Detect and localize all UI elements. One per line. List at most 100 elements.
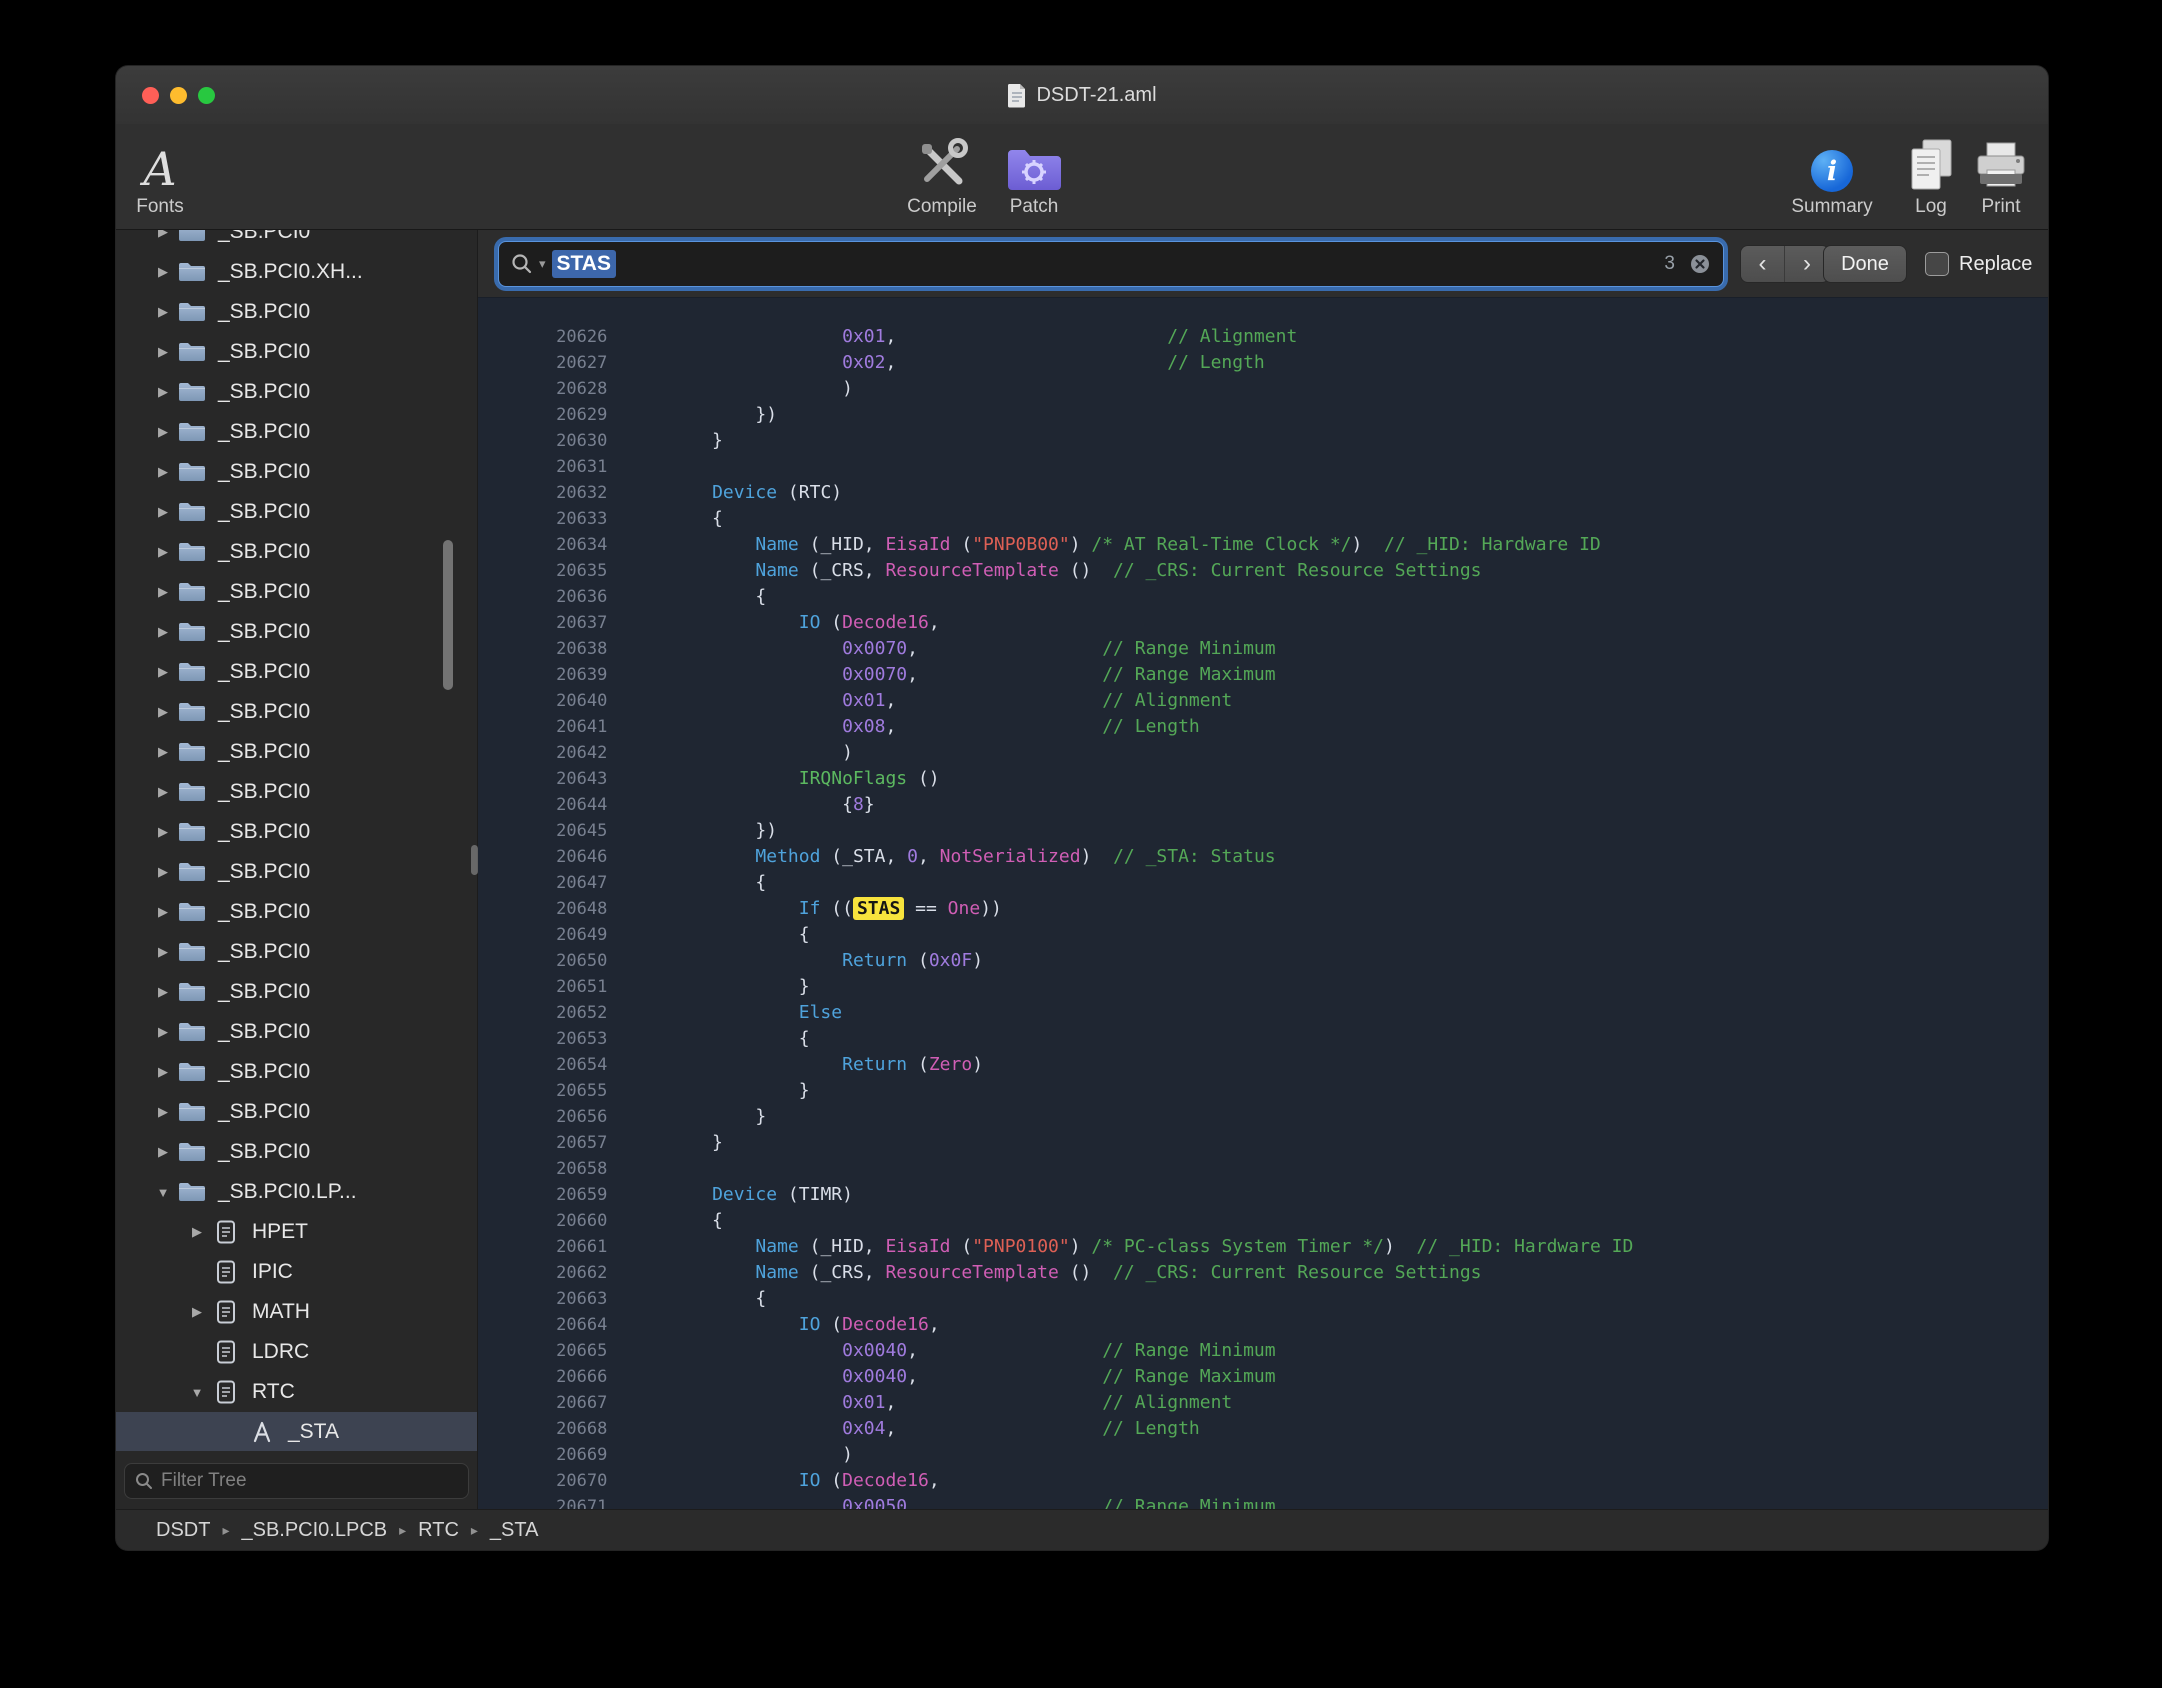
tree-item[interactable]: ▶ _SB.PCI0 — [116, 972, 477, 1012]
code-text: }) — [625, 820, 777, 841]
disclosure-triangle-icon[interactable]: ▶ — [150, 230, 176, 240]
tree-item[interactable]: ▶ _SB.PCI0 — [116, 532, 477, 572]
disclosure-triangle-icon[interactable]: ▶ — [150, 424, 176, 440]
folder-icon — [177, 380, 207, 404]
tree-item[interactable]: ▶ _SB.PCI0 — [116, 492, 477, 532]
tree-item[interactable]: ▼ RTC — [116, 1372, 477, 1412]
tree-item[interactable]: ▶ _SB.PCI0 — [116, 1092, 477, 1132]
tree-item[interactable]: ▶ _SB.PCI0 — [116, 230, 477, 252]
tree-item[interactable]: ▶ _SB.PCI0 — [116, 452, 477, 492]
disclosure-triangle-icon[interactable]: ▶ — [150, 544, 176, 560]
disclosure-triangle-icon[interactable]: ▶ — [150, 504, 176, 520]
code-text: IRQNoFlags () — [625, 768, 939, 789]
breadcrumb-item-lpcb[interactable]: _SB.PCI0.LPCB — [241, 1519, 387, 1542]
disclosure-triangle-icon[interactable]: ▶ — [150, 704, 176, 720]
tree-item[interactable]: ▶ _SB.PCI0 — [116, 412, 477, 452]
tree-item[interactable]: ▶ _SB.PCI0 — [116, 732, 477, 772]
disclosure-triangle-icon[interactable]: ▶ — [150, 1064, 176, 1080]
tree-item[interactable]: ▶ _SB.PCI0 — [116, 812, 477, 852]
code-editor[interactable]: 20626 0x01, // Alignment 20627 0x02, // … — [478, 298, 2048, 1509]
tree-item[interactable]: ▶ _SB.PCI0 — [116, 852, 477, 892]
tree-item[interactable]: ▶ _SB.PCI0 — [116, 692, 477, 732]
fonts-button[interactable]: A Fonts — [116, 126, 220, 226]
tree-item[interactable]: ▶ _SB.PCI0 — [116, 1132, 477, 1172]
tree-item[interactable]: ▶ MATH — [116, 1292, 477, 1332]
tree-item[interactable]: ▶ _SB.PCI0 — [116, 572, 477, 612]
folder-icon — [177, 860, 207, 884]
folder-icon — [177, 540, 207, 564]
disclosure-triangle-icon[interactable]: ▶ — [184, 1224, 210, 1240]
line-number: 20655 — [521, 1078, 607, 1104]
line-number: 20630 — [521, 428, 607, 454]
breadcrumb-item-sta[interactable]: _STA — [490, 1519, 539, 1542]
tree-item[interactable]: IPIC — [116, 1252, 477, 1292]
patch-button[interactable]: Patch — [974, 126, 1094, 226]
disclosure-triangle-icon[interactable]: ▶ — [150, 1144, 176, 1160]
disclosure-triangle-icon[interactable]: ▶ — [150, 304, 176, 320]
code-text: ) — [625, 378, 853, 399]
disclosure-triangle-icon[interactable]: ▶ — [150, 624, 176, 640]
tree-item-label: _SB.PCI0 — [218, 580, 310, 604]
line-number: 20663 — [521, 1286, 607, 1312]
tree-item[interactable]: ▶ _SB.PCI0 — [116, 612, 477, 652]
disclosure-triangle-icon[interactable]: ▶ — [150, 824, 176, 840]
code-text: 0x04, // Length — [625, 1418, 1199, 1439]
tree-item[interactable]: _STA — [116, 1412, 477, 1451]
disclosure-triangle-icon[interactable]: ▼ — [184, 1385, 210, 1400]
disclosure-triangle-icon[interactable]: ▶ — [150, 984, 176, 1000]
breadcrumb-item-rtc[interactable]: RTC — [418, 1519, 459, 1542]
tree-item[interactable]: ▶ _SB.PCI0 — [116, 332, 477, 372]
breadcrumb-item-dsdt[interactable]: DSDT — [156, 1519, 210, 1542]
tree-item[interactable]: ▶ _SB.PCI0 — [116, 372, 477, 412]
disclosure-triangle-icon[interactable]: ▶ — [150, 944, 176, 960]
tree-item-label: _SB.PCI0 — [218, 460, 310, 484]
disclosure-triangle-icon[interactable]: ▶ — [150, 664, 176, 680]
tree-item[interactable]: ▶ _SB.PCI0 — [116, 772, 477, 812]
find-previous-button[interactable]: ‹ — [1741, 246, 1785, 282]
tree-item[interactable]: ▶ _SB.PCI0 — [116, 1052, 477, 1092]
disclosure-triangle-icon[interactable]: ▶ — [150, 904, 176, 920]
title-bar[interactable]: DSDT-21.aml — [116, 66, 2048, 124]
tree-item[interactable]: ▶ HPET — [116, 1212, 477, 1252]
search-input[interactable]: ▾ STAS 3 — [498, 241, 1724, 287]
filter-tree-input[interactable]: Filter Tree — [124, 1463, 469, 1499]
folder-icon — [177, 460, 207, 484]
done-button[interactable]: Done — [1823, 245, 1907, 283]
tree-item[interactable]: ▶ _SB.PCI0 — [116, 1012, 477, 1052]
line-number: 20633 — [521, 506, 607, 532]
disclosure-triangle-icon[interactable]: ▶ — [150, 584, 176, 600]
tree-item[interactable]: ▼ _SB.PCI0.LP... — [116, 1172, 477, 1212]
line-number: 20627 — [521, 350, 607, 376]
code-text: Name (_CRS, ResourceTemplate () // _CRS:… — [625, 1262, 1481, 1283]
disclosure-triangle-icon[interactable]: ▶ — [150, 1104, 176, 1120]
method-icon — [250, 1419, 274, 1445]
search-menu-chevron-icon[interactable]: ▾ — [539, 256, 546, 272]
folder-icon — [177, 980, 207, 1004]
tree-item[interactable]: ▶ _SB.PCI0 — [116, 292, 477, 332]
tree-item-label: _SB.PCI0 — [218, 980, 310, 1004]
disclosure-triangle-icon[interactable]: ▶ — [150, 744, 176, 760]
tree-item[interactable]: ▶ _SB.PCI0 — [116, 652, 477, 692]
pane-splitter-handle[interactable] — [471, 845, 478, 875]
tree-item[interactable]: ▶ _SB.PCI0 — [116, 892, 477, 932]
clear-search-icon[interactable] — [1689, 253, 1711, 275]
print-button[interactable]: Print — [1951, 126, 2048, 226]
disclosure-triangle-icon[interactable]: ▼ — [150, 1185, 176, 1200]
tree-item[interactable]: LDRC — [116, 1332, 477, 1372]
tree-item[interactable]: ▶ _SB.PCI0 — [116, 932, 477, 972]
disclosure-triangle-icon[interactable]: ▶ — [150, 784, 176, 800]
disclosure-triangle-icon[interactable]: ▶ — [150, 864, 176, 880]
disclosure-triangle-icon[interactable]: ▶ — [150, 384, 176, 400]
disclosure-triangle-icon[interactable]: ▶ — [184, 1304, 210, 1320]
disclosure-triangle-icon[interactable]: ▶ — [150, 1024, 176, 1040]
replace-checkbox[interactable] — [1925, 252, 1949, 276]
fonts-icon: A — [143, 146, 176, 192]
code-text: 0x01, // Alignment — [625, 326, 1297, 347]
tree-item[interactable]: ▶ _SB.PCI0.XH... — [116, 252, 477, 292]
disclosure-triangle-icon[interactable]: ▶ — [150, 464, 176, 480]
disclosure-triangle-icon[interactable]: ▶ — [150, 264, 176, 280]
sidebar-scrollbar[interactable] — [443, 540, 453, 690]
folder-icon — [177, 300, 207, 324]
disclosure-triangle-icon[interactable]: ▶ — [150, 344, 176, 360]
tree-item-label: _SB.PCI0 — [218, 740, 310, 764]
